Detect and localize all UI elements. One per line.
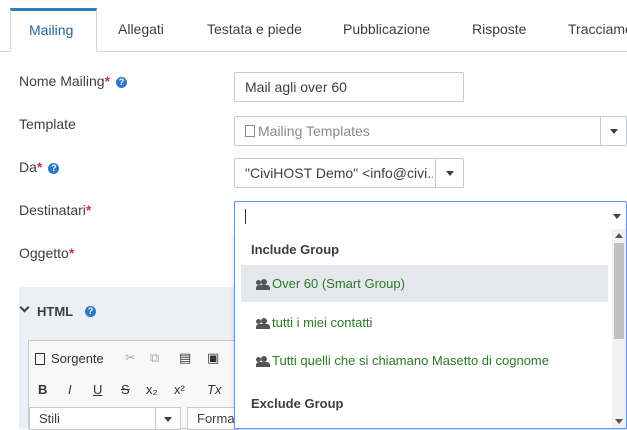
source-button-label: Sorgente	[51, 351, 104, 366]
bold-button[interactable]: B	[38, 382, 47, 397]
tab-risposte[interactable]: Risposte	[472, 8, 526, 52]
template-dropdown-button[interactable]	[600, 117, 626, 145]
cut-icon[interactable]: ✂	[125, 350, 136, 366]
strike-button[interactable]: S	[121, 382, 130, 397]
italic-button[interactable]: I	[68, 382, 72, 397]
format-select-label: Forma	[197, 411, 235, 426]
html-panel-header[interactable]: HTML ?	[19, 287, 249, 337]
template-label: Template	[19, 116, 76, 132]
dropdown-scrollbar[interactable]	[612, 229, 626, 428]
source-button[interactable]: Sorgente	[35, 351, 104, 366]
tab-pubblicazione[interactable]: Pubblicazione	[343, 8, 430, 52]
editor-toolbar: Sorgente ✂ ⧉ ▤ ▣ B I U S x₂ x² Tx Stili …	[28, 340, 239, 430]
underline-button[interactable]: U	[93, 382, 102, 397]
from-select[interactable]: "CiviHOST Demo" <info@civi...	[234, 158, 464, 188]
mailing-name-label: Nome Mailing*?	[19, 73, 128, 89]
mailing-name-label-text: Nome Mailing	[19, 73, 105, 89]
include-group-header: Include Group	[251, 242, 340, 257]
users-icon	[256, 356, 270, 367]
required-mark: *	[36, 159, 43, 175]
format-select[interactable]: Forma	[187, 407, 239, 430]
paste-icon[interactable]: ▤	[179, 350, 191, 366]
required-mark: *	[85, 202, 92, 218]
option-over-60[interactable]: Over 60 (Smart Group)	[241, 265, 608, 302]
html-panel-title: HTML	[37, 304, 74, 319]
copy-icon[interactable]: ⧉	[150, 350, 159, 366]
template-placeholder-text: Mailing Templates	[258, 123, 370, 139]
text-cursor	[245, 209, 246, 224]
chevron-down-icon	[164, 417, 172, 422]
help-icon[interactable]: ?	[116, 77, 128, 88]
chevron-down-icon	[446, 171, 454, 176]
option-label: Tutti quelli che si chiamano Masetto di …	[272, 353, 549, 368]
scroll-up-icon[interactable]	[615, 233, 623, 238]
recipients-dropdown: Include Group Over 60 (Smart Group) tutt…	[234, 229, 627, 429]
help-icon[interactable]: ?	[48, 163, 60, 174]
option-label: tutti i miei contatti	[272, 315, 373, 330]
tab-mailing[interactable]: Mailing	[10, 8, 97, 52]
recipients-search-input[interactable]	[234, 201, 627, 230]
tab-bar: Mailing Allegati Testata e piede Pubblic…	[0, 0, 627, 52]
chevron-down-icon	[610, 129, 618, 134]
clear-format-button[interactable]: Tx	[207, 382, 221, 397]
tab-allegati[interactable]: Allegati	[118, 8, 164, 52]
from-label-text: Da	[19, 159, 37, 175]
styles-divider	[155, 408, 156, 430]
file-copy-icon	[245, 125, 255, 137]
chevron-down-icon[interactable]	[613, 214, 621, 219]
template-select[interactable]: Mailing Templates	[234, 116, 627, 146]
from-label: Da*?	[19, 159, 60, 175]
option-tutti-i-miei-contatti[interactable]: tutti i miei contatti	[241, 304, 608, 341]
scrollbar-thumb[interactable]	[614, 243, 624, 339]
subscript-button[interactable]: x₂	[146, 382, 158, 397]
styles-select[interactable]: Stili	[29, 407, 181, 430]
template-placeholder: Mailing Templates	[245, 117, 370, 145]
subject-label-text: Oggetto	[19, 245, 69, 261]
tab-testata-e-piede[interactable]: Testata e piede	[207, 8, 302, 52]
styles-select-label: Stili	[39, 411, 60, 426]
help-icon[interactable]: ?	[85, 306, 96, 317]
from-dropdown-button[interactable]	[435, 159, 463, 187]
tab-tracciamento[interactable]: Tracciame	[568, 8, 627, 52]
paste-text-icon[interactable]: ▣	[207, 350, 219, 366]
recipients-label: Destinatari*	[19, 202, 91, 218]
chevron-down-icon	[19, 302, 30, 313]
users-icon	[256, 279, 270, 290]
scroll-down-icon[interactable]	[615, 419, 623, 424]
required-mark: *	[104, 73, 111, 89]
mailing-name-input[interactable]: Mail agli over 60	[234, 72, 464, 102]
option-masetto[interactable]: Tutti quelli che si chiamano Masetto di …	[241, 342, 608, 379]
superscript-button[interactable]: x²	[174, 382, 185, 397]
exclude-group-header: Exclude Group	[251, 396, 344, 411]
from-value: "CiviHOST Demo" <info@civi...	[245, 165, 433, 181]
source-icon	[35, 353, 45, 365]
option-label: Over 60 (Smart Group)	[272, 276, 405, 291]
recipients-label-text: Destinatari	[19, 202, 86, 218]
subject-label: Oggetto*	[19, 245, 74, 261]
required-mark: *	[68, 245, 75, 261]
users-icon	[256, 318, 270, 329]
